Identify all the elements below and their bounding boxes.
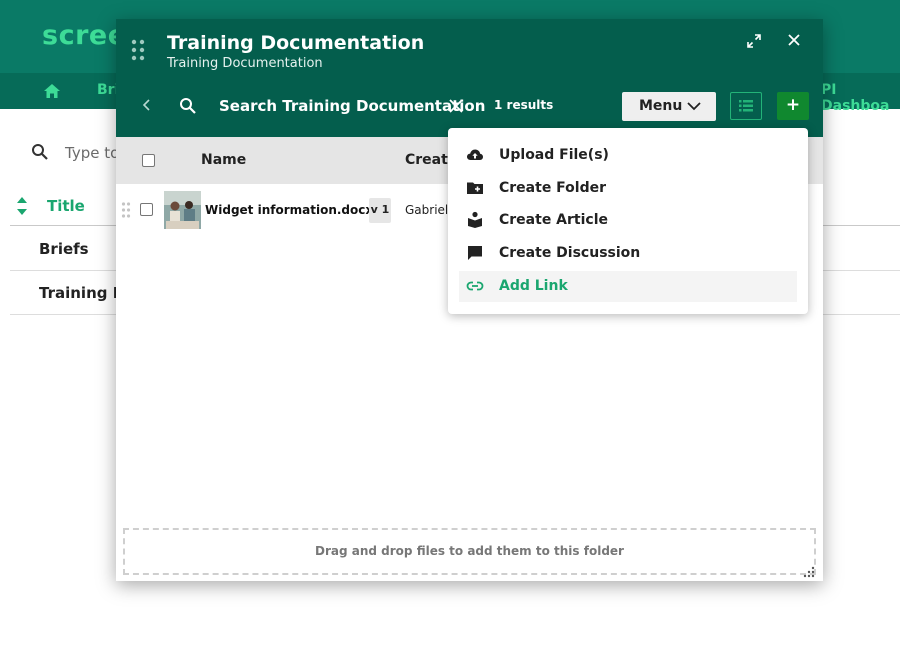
menu-button[interactable]: Menu xyxy=(622,92,716,121)
menu-button-label: Menu xyxy=(639,98,683,114)
list-item[interactable]: Briefs xyxy=(39,240,89,258)
menu-dropdown: Upload File(s) Create Folder Create Arti… xyxy=(448,128,808,314)
title-column-header[interactable]: Title xyxy=(47,197,85,215)
list-view-button[interactable] xyxy=(730,92,762,120)
menu-item-label: Create Article xyxy=(499,212,609,228)
menu-item-add-link[interactable]: Add Link xyxy=(459,271,797,302)
home-icon[interactable] xyxy=(43,83,61,99)
chat-bubble-icon xyxy=(468,246,482,260)
drag-handle-icon[interactable] xyxy=(130,39,146,61)
background-search-input[interactable]: Type to xyxy=(65,144,119,162)
row-drag-handle-icon[interactable] xyxy=(121,202,131,218)
nav-item-pi-dashboard[interactable]: PI Dashboa xyxy=(821,82,900,114)
clear-search-icon[interactable] xyxy=(449,99,463,113)
cloud-upload-icon xyxy=(467,149,483,160)
search-icon xyxy=(32,144,48,160)
menu-item-label: Upload File(s) xyxy=(499,147,609,163)
add-button[interactable]: + xyxy=(777,92,809,120)
row-checkbox[interactable] xyxy=(140,203,153,216)
close-icon[interactable] xyxy=(787,33,801,47)
select-all-checkbox[interactable] xyxy=(142,154,155,167)
modal-subtitle: Training Documentation xyxy=(167,56,323,71)
version-badge[interactable]: v 1 xyxy=(369,198,391,223)
chevron-left-icon[interactable] xyxy=(142,98,152,112)
modal-title: Training Documentation xyxy=(167,32,425,54)
menu-item-create-article[interactable]: Create Article xyxy=(459,205,797,236)
resize-handle-icon[interactable] xyxy=(802,565,816,579)
file-thumbnail[interactable] xyxy=(164,191,201,229)
list-view-icon xyxy=(739,100,753,112)
menu-item-label: Create Discussion xyxy=(499,245,641,261)
name-column-header[interactable]: Name xyxy=(201,152,246,168)
menu-item-create-discussion[interactable]: Create Discussion xyxy=(459,238,797,269)
creator-cell: Gabriel xyxy=(405,203,449,217)
link-icon xyxy=(466,281,484,291)
folder-plus-icon xyxy=(467,182,483,194)
drop-zone[interactable]: Drag and drop files to add them to this … xyxy=(123,528,816,575)
modal-header: Training Documentation Training Document… xyxy=(116,19,823,137)
menu-item-label: Add Link xyxy=(499,278,568,294)
app-logo: scree xyxy=(42,20,127,51)
file-name-link[interactable]: Widget information.docx xyxy=(205,203,373,217)
menu-item-create-folder[interactable]: Create Folder xyxy=(459,173,797,204)
chevron-down-icon xyxy=(687,102,701,111)
expand-icon[interactable] xyxy=(747,34,761,48)
sort-icon[interactable] xyxy=(16,196,28,216)
search-icon xyxy=(180,98,196,114)
results-count: 1 results xyxy=(494,98,554,112)
menu-item-label: Create Folder xyxy=(499,180,607,196)
drop-zone-text: Drag and drop files to add them to this … xyxy=(315,544,624,558)
book-reader-icon xyxy=(468,211,482,228)
menu-item-upload-files[interactable]: Upload File(s) xyxy=(459,140,797,171)
folder-search-input[interactable]: Search Training Documentation xyxy=(219,97,485,115)
